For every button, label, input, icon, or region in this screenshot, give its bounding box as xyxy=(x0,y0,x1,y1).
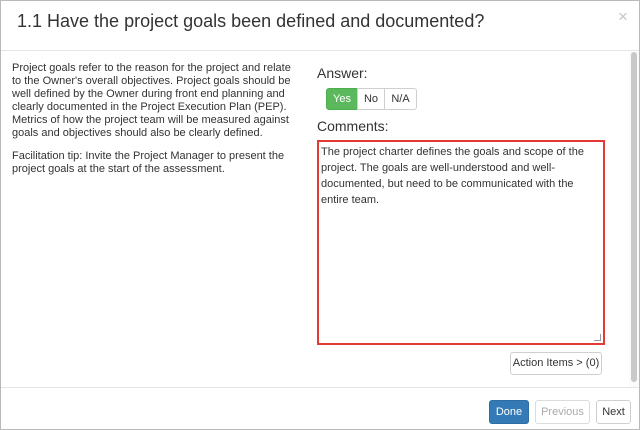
answer-label: Answer: xyxy=(317,65,368,81)
scrollbar-thumb[interactable] xyxy=(631,52,637,382)
question-description: Project goals refer to the reason for th… xyxy=(12,62,298,186)
modal-title: 1.1 Have the project goals been defined … xyxy=(17,11,485,31)
modal-footer: Done Previous Next xyxy=(1,387,639,429)
facilitation-tip: Facilitation tip: Invite the Project Man… xyxy=(12,150,285,175)
previous-button[interactable]: Previous xyxy=(535,400,590,424)
question-modal: 1.1 Have the project goals been defined … xyxy=(0,0,640,430)
answer-button-group: Yes No N/A xyxy=(326,88,417,110)
comments-highlight: The project charter defines the goals an… xyxy=(317,140,605,345)
modal-header: 1.1 Have the project goals been defined … xyxy=(1,1,639,51)
comments-label: Comments: xyxy=(317,118,389,134)
description-paragraph: Project goals refer to the reason for th… xyxy=(12,62,291,139)
vertical-scrollbar[interactable] xyxy=(629,52,639,387)
done-button[interactable]: Done xyxy=(489,400,529,424)
comments-textarea[interactable]: The project charter defines the goals an… xyxy=(321,144,601,341)
answer-yes-button[interactable]: Yes xyxy=(326,88,358,110)
resize-grip-icon[interactable] xyxy=(594,334,601,341)
next-button[interactable]: Next xyxy=(596,400,631,424)
close-icon[interactable]: × xyxy=(615,8,631,25)
answer-no-button[interactable]: No xyxy=(357,88,385,110)
modal-body: Project goals refer to the reason for th… xyxy=(1,52,639,387)
action-items-button[interactable]: Action Items > (0) xyxy=(510,352,602,375)
answer-na-button[interactable]: N/A xyxy=(384,88,417,110)
